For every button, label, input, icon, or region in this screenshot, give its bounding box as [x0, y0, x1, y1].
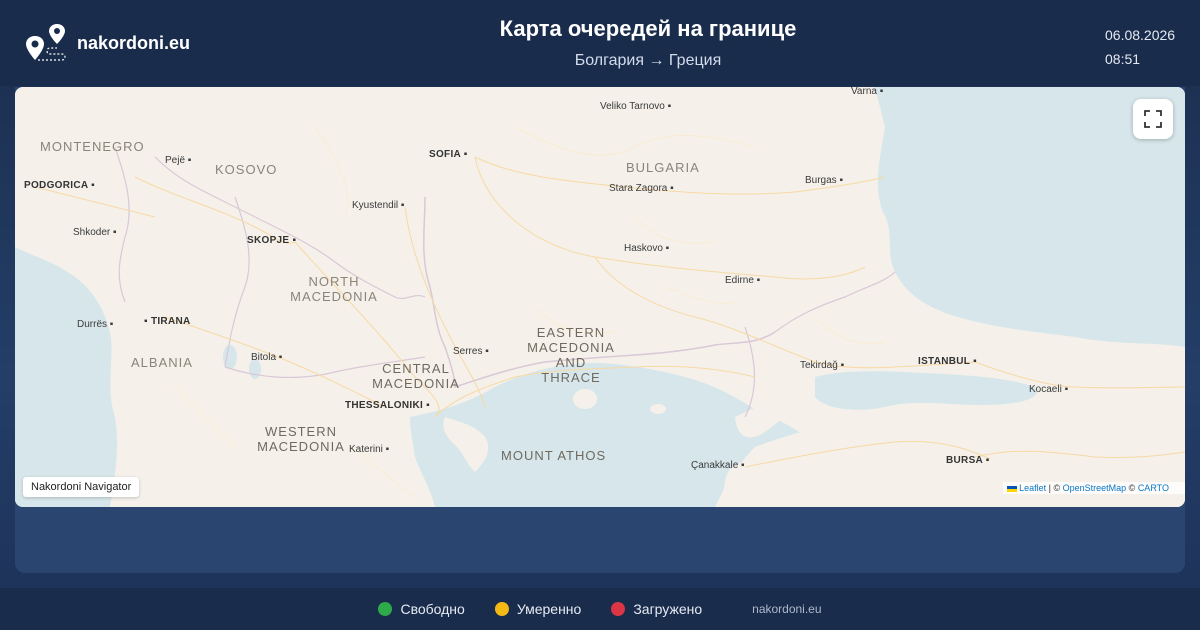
- city-label: Serres ▪: [453, 346, 489, 357]
- city-label: SKOPJE ▪: [247, 235, 297, 246]
- legend-busy: Загружено: [611, 601, 702, 617]
- city-label: ISTANBUL ▪: [918, 356, 977, 367]
- city-label: Bitola ▪: [251, 352, 283, 363]
- footer-site: nakordoni.eu: [752, 602, 822, 616]
- legend-label: Свободно: [400, 601, 465, 617]
- region-label: MONTENEGRO: [40, 139, 145, 154]
- city-label: ▪ TIRANA: [144, 316, 191, 327]
- title-block: Карта очередей на границе Болгария → Гре…: [300, 16, 996, 70]
- city-label: Kyustendil ▪: [352, 200, 405, 211]
- ukraine-flag-icon: [1006, 485, 1017, 492]
- attribution-separator: ©: [1126, 483, 1138, 493]
- date-label: 06.08.2026: [1105, 27, 1176, 43]
- route-subtitle: Болгария → Греция: [574, 52, 722, 69]
- footer-legend: Свободно Умеренно Загружено nakordoni.eu: [0, 588, 1200, 630]
- city-label: Haskovo ▪: [624, 243, 670, 254]
- region-label: ALBANIA: [131, 355, 193, 370]
- legend-moderate: Умеренно: [494, 601, 582, 617]
- leaflet-link[interactable]: Leaflet: [1019, 483, 1046, 493]
- region-label: EASTERN MACEDONIA AND THRACE: [527, 325, 615, 385]
- city-label: Tekirdağ ▪: [800, 360, 845, 371]
- map-view[interactable]: MONTENEGRO KOSOVO BULGARIA NORTH MACEDON…: [15, 87, 1185, 507]
- region-label: CENTRAL MACEDONIA: [372, 361, 460, 391]
- city-label: Burgas ▪: [805, 175, 844, 186]
- carto-link[interactable]: CARTO: [1138, 483, 1169, 493]
- fullscreen-icon: [1144, 110, 1162, 128]
- region-label: MOUNT ATHOS: [501, 448, 607, 463]
- region-label: WESTERN MACEDONIA: [257, 424, 345, 454]
- city-label: Durrës ▪: [77, 319, 114, 330]
- city-label: SOFIA ▪: [429, 149, 468, 160]
- route-pins-icon: [26, 24, 66, 61]
- region-label: BULGARIA: [626, 160, 700, 175]
- region-label: KOSOVO: [215, 162, 278, 177]
- city-label: Katerini ▪: [349, 444, 390, 455]
- region-label: NORTH MACEDONIA: [290, 274, 378, 304]
- logo[interactable]: nakordoni.eu: [24, 22, 190, 64]
- city-label: Shkoder ▪: [73, 227, 117, 238]
- legend-label: Умеренно: [516, 601, 582, 617]
- city-label: Çanakkale ▪: [691, 460, 745, 471]
- legend-label: Загружено: [633, 601, 703, 617]
- fullscreen-button[interactable]: [1133, 99, 1173, 139]
- city-label: Pejë ▪: [165, 155, 192, 166]
- status-dot-red: [611, 602, 626, 616]
- map-attribution: Leaflet | © OpenStreetMap © CARTO: [1002, 482, 1185, 494]
- header: nakordoni.eu Карта очередей на границе Б…: [0, 0, 1200, 86]
- city-label: Veliko Tarnovo ▪: [600, 101, 672, 112]
- city-label: BURSA ▪: [946, 455, 990, 466]
- legend-free: Свободно: [378, 601, 465, 617]
- logo-text: nakordoni.eu: [77, 32, 191, 53]
- navigator-badge[interactable]: Nakordoni Navigator: [23, 477, 140, 497]
- city-label: THESSALONIKI ▪: [345, 400, 430, 411]
- page-title: Карта очередей на границе: [499, 16, 797, 41]
- osm-link[interactable]: OpenStreetMap: [1063, 483, 1127, 493]
- status-dot-yellow: [494, 602, 509, 616]
- city-label: PODGORICA ▪: [24, 180, 95, 191]
- city-label: Varna ▪: [851, 87, 884, 97]
- time-label: 08:51: [1105, 51, 1141, 67]
- city-label: Kocaeli ▪: [1029, 384, 1069, 395]
- attribution-separator: | ©: [1046, 483, 1063, 493]
- datetime: 06.08.2026 08:51: [1105, 23, 1175, 71]
- map-basemap: [15, 87, 1185, 507]
- city-label: Edirne ▪: [725, 275, 761, 286]
- status-dot-green: [378, 602, 393, 616]
- city-label: Stara Zagora ▪: [609, 183, 674, 194]
